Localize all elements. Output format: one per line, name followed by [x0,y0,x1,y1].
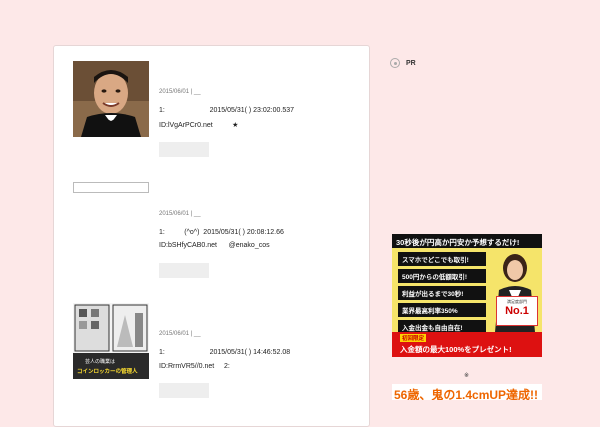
post-date: 2015/06/01 | __ [159,211,201,217]
post-thumbnail[interactable] [73,61,149,137]
ad2-text: 56歳、鬼の1.4cmUP達成!! [394,388,539,400]
post-text-line: ID:RrmVR5//0.net 2: [159,363,230,370]
read-more-button[interactable] [159,142,209,157]
post-text-line: 1: 2015/05/31( ) 14:46:52.08 [159,349,291,356]
thumbnail-caption: 芸人の職業は [85,359,116,365]
post-text-line: ID:bSHfyCAB0.net @enako_cos [159,242,270,249]
post-text-line: 1: (^o^) 2015/05/31( ) 20:08:12.66 [159,229,284,236]
read-more-button[interactable] [159,263,209,278]
ad-headline: 30秒後が円高か円安か予想するだけ! [396,238,520,247]
badge-main: No.1 [505,305,529,317]
post-text-line: 1: 2015/05/31( ) 23:02:00.537 [159,107,295,114]
ad-promo-text: 入金額の最大100%をプレゼント! [400,345,512,354]
pr-label: PR [406,59,416,67]
sidebar-pr-heading: PR [390,58,416,68]
post-text-line: ID:lVgArPCr0.net ★ [159,122,239,129]
bullet-icon [390,58,400,68]
post-thumbnail-empty[interactable] [73,182,149,193]
ad-promo-tag: 初回限定 [400,334,427,342]
ad-feature: 500円からの低額取引! [398,269,486,283]
ad-feature: 利益が出るまで30秒! [398,286,486,300]
main-content: 2015/06/01 | __ 1: 2015/05/31( ) 23:02:0… [53,45,370,427]
person-photo [73,61,149,137]
post-date: 2015/06/01 | __ [159,331,201,337]
award-badge: 満足度部門 No.1 [496,296,538,326]
read-more-button[interactable] [159,383,209,398]
thumbnail-caption: コインロッカーの管理人 [77,369,138,375]
ad-note: ※ [464,373,470,379]
post-date: 2015/06/01 | __ [159,89,201,95]
ad-feature: スマホでどこでも取引! [398,252,486,266]
advertisement-banner[interactable]: 30秒後が円高か円安か予想するだけ! スマホでどこでも取引! 500円からの低額… [392,234,542,357]
advertisement-banner[interactable]: 56歳、鬼の1.4cmUP達成!! [392,384,542,400]
ad-feature: 業界最高利率350% [398,303,486,317]
post-thumbnail[interactable]: 芸人の職業は コインロッカーの管理人 [73,303,149,379]
